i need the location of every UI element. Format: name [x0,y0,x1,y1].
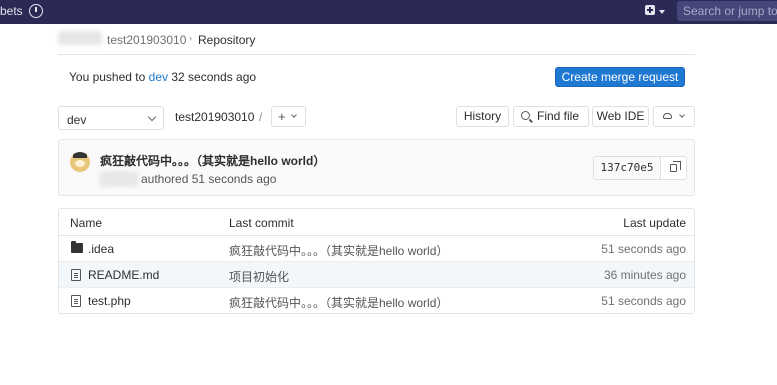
history-button[interactable]: History [456,106,509,127]
add-to-tree-dropdown[interactable]: + [271,106,306,127]
table-row[interactable]: test.php 疯狂敲代码中。。。（其实就是hello world） 51 s… [59,288,694,313]
last-update-time: 36 minutes ago [603,268,686,282]
nav-snippets-link[interactable]: bets [0,4,23,18]
table-header: Name Last commit Last update [59,209,694,236]
author-name-blurred[interactable] [99,171,139,187]
plus-icon: + [278,109,286,124]
column-header-last-update: Last update [623,216,686,230]
clone-dropdown-button[interactable] [653,106,695,127]
last-commit-panel: 疯狂敲代码中。。。（其实就是hello world） authored 51 s… [58,139,695,196]
file-tree-table: Name Last commit Last update .idea 疯狂敲代码… [58,208,695,314]
file-icon [71,269,81,281]
chevron-down-icon [291,112,297,118]
breadcrumb-separator-icon: › [189,33,192,43]
namespace-avatar-blurred[interactable] [58,31,102,45]
push-message: You pushed to dev 32 seconds ago [69,70,256,84]
commit-sha[interactable]: 137c70e5 [593,156,661,180]
column-header-name: Name [70,216,103,230]
commit-message-link[interactable]: 项目初始化 [229,268,289,285]
last-update-time: 51 seconds ago [601,242,686,256]
create-merge-request-button[interactable]: Create merge request [555,67,685,87]
copy-icon [670,161,681,172]
web-ide-button[interactable]: Web IDE [592,106,649,127]
last-update-time: 51 seconds ago [601,294,686,308]
table-row[interactable]: README.md 项目初始化 36 minutes ago [59,262,694,288]
search-input[interactable]: Search or jump to [677,1,777,21]
new-item-plus-icon[interactable] [645,5,655,15]
recent-push-notice: You pushed to dev 32 seconds ago Create … [58,63,695,93]
file-name-link[interactable]: README.md [88,268,159,282]
breadcrumb-project-link[interactable]: test201903010 [107,33,186,47]
push-message-prefix: You pushed to [69,70,149,84]
chevron-down-icon[interactable] [659,10,665,14]
table-row[interactable]: .idea 疯狂敲代码中。。。（其实就是hello world） 51 seco… [59,236,694,262]
find-file-label: Find file [537,109,580,123]
commit-title-link[interactable]: 疯狂敲代码中。。。（其实就是hello world） [100,152,325,169]
file-name-link[interactable]: .idea [88,242,114,256]
copy-sha-button[interactable] [660,156,687,180]
search-icon [521,111,530,120]
breadcrumb: test201903010 › Repository [58,27,695,55]
file-icon [71,295,81,307]
breadcrumb-current[interactable]: Repository [198,33,255,47]
commit-message-link[interactable]: 疯狂敲代码中。。。（其实就是hello world） [229,242,448,259]
file-name-link[interactable]: test.php [88,294,131,308]
branch-selector[interactable]: dev [58,106,164,130]
repo-root-path-link[interactable]: test201903010 [175,110,254,124]
author-avatar[interactable] [70,152,90,172]
push-message-suffix: 32 seconds ago [168,70,257,84]
commit-authored-time: authored 51 seconds ago [141,172,277,186]
help-icon[interactable] [29,4,43,18]
find-file-button[interactable]: Find file [513,106,589,127]
top-navbar: bets Search or jump to [0,0,777,24]
folder-icon [71,241,83,253]
cloud-download-icon [663,113,672,119]
push-branch-link[interactable]: dev [149,70,168,84]
chevron-down-icon [147,112,157,122]
path-separator: / [259,110,263,124]
branch-selector-value: dev [67,113,87,127]
commit-message-link[interactable]: 疯狂敲代码中。。。（其实就是hello world） [229,294,448,311]
column-header-last-commit: Last commit [229,216,294,230]
chevron-down-icon [679,112,685,118]
